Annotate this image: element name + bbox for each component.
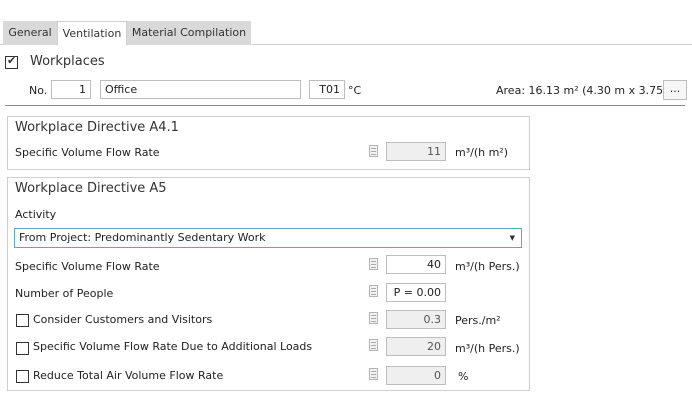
calculator-icon[interactable] bbox=[369, 368, 378, 380]
a5-flow-label: Specific Volume Flow Rate bbox=[15, 260, 160, 273]
a41-flow-unit: m³/(h m²) bbox=[455, 146, 509, 159]
activity-dropdown[interactable]: From Project: Predominantly Sedentary Wo… bbox=[14, 228, 522, 248]
workplaces-label: Workplaces bbox=[30, 54, 105, 69]
activity-label: Activity bbox=[15, 208, 57, 221]
directive-a41-title: Workplace Directive A4.1 bbox=[15, 120, 179, 135]
customers-visitors-label: Consider Customers and Visitors bbox=[33, 313, 213, 326]
calculator-icon[interactable] bbox=[369, 258, 378, 270]
additional-loads-label: Specific Volume Flow Rate Due to Additio… bbox=[33, 340, 313, 353]
no-label: No. bbox=[29, 84, 48, 97]
reduce-flow-checkbox[interactable] bbox=[16, 370, 29, 383]
customers-visitors-unit: Pers./m² bbox=[455, 314, 501, 327]
number-of-people-field[interactable]: P = 0.00 bbox=[386, 283, 446, 302]
activity-value: From Project: Predominantly Sedentary Wo… bbox=[19, 231, 266, 244]
directive-a5-group bbox=[7, 177, 530, 391]
a41-flow-field: 11 bbox=[386, 142, 446, 161]
chevron-down-icon: ▼ bbox=[509, 234, 515, 242]
a5-flow-unit: m³/(h Pers.) bbox=[455, 260, 520, 273]
tab-general[interactable]: General bbox=[3, 21, 57, 45]
calculator-icon[interactable] bbox=[369, 312, 378, 324]
area-text: Area: 16.13 m² (4.30 m x 3.75 m) bbox=[496, 84, 682, 97]
workplaces-checkbox[interactable] bbox=[5, 54, 18, 69]
tab-bar: General Ventilation Material Compilation bbox=[0, 21, 692, 46]
calculator-icon[interactable] bbox=[369, 285, 378, 297]
additional-loads-unit: m³/(h Pers.) bbox=[455, 342, 520, 355]
number-of-people-label: Number of People bbox=[15, 287, 114, 300]
divider bbox=[5, 105, 685, 106]
more-button[interactable]: ... bbox=[663, 80, 687, 100]
calculator-icon[interactable] bbox=[369, 145, 378, 157]
customers-visitors-field: 0.3 bbox=[386, 310, 446, 329]
additional-loads-field: 20 bbox=[386, 337, 446, 356]
calculator-icon[interactable] bbox=[369, 339, 378, 351]
temperature-unit: °C bbox=[348, 84, 362, 97]
customers-visitors-checkbox[interactable] bbox=[16, 314, 29, 327]
reduce-flow-label: Reduce Total Air Volume Flow Rate bbox=[33, 369, 224, 382]
reduce-flow-field: 0 bbox=[386, 366, 446, 385]
tab-ventilation[interactable]: Ventilation bbox=[57, 21, 127, 46]
tab-material-compilation[interactable]: Material Compilation bbox=[127, 21, 251, 45]
workplace-number-field[interactable]: 1 bbox=[51, 80, 91, 99]
a5-flow-field[interactable]: 40 bbox=[386, 255, 446, 274]
reduce-flow-unit: % bbox=[458, 370, 469, 383]
directive-a5-title: Workplace Directive A5 bbox=[15, 181, 167, 196]
a41-flow-label: Specific Volume Flow Rate bbox=[15, 146, 160, 159]
additional-loads-checkbox[interactable] bbox=[16, 342, 29, 355]
temperature-field[interactable]: T01 bbox=[309, 80, 345, 99]
workplace-name-field[interactable]: Office bbox=[100, 80, 301, 99]
